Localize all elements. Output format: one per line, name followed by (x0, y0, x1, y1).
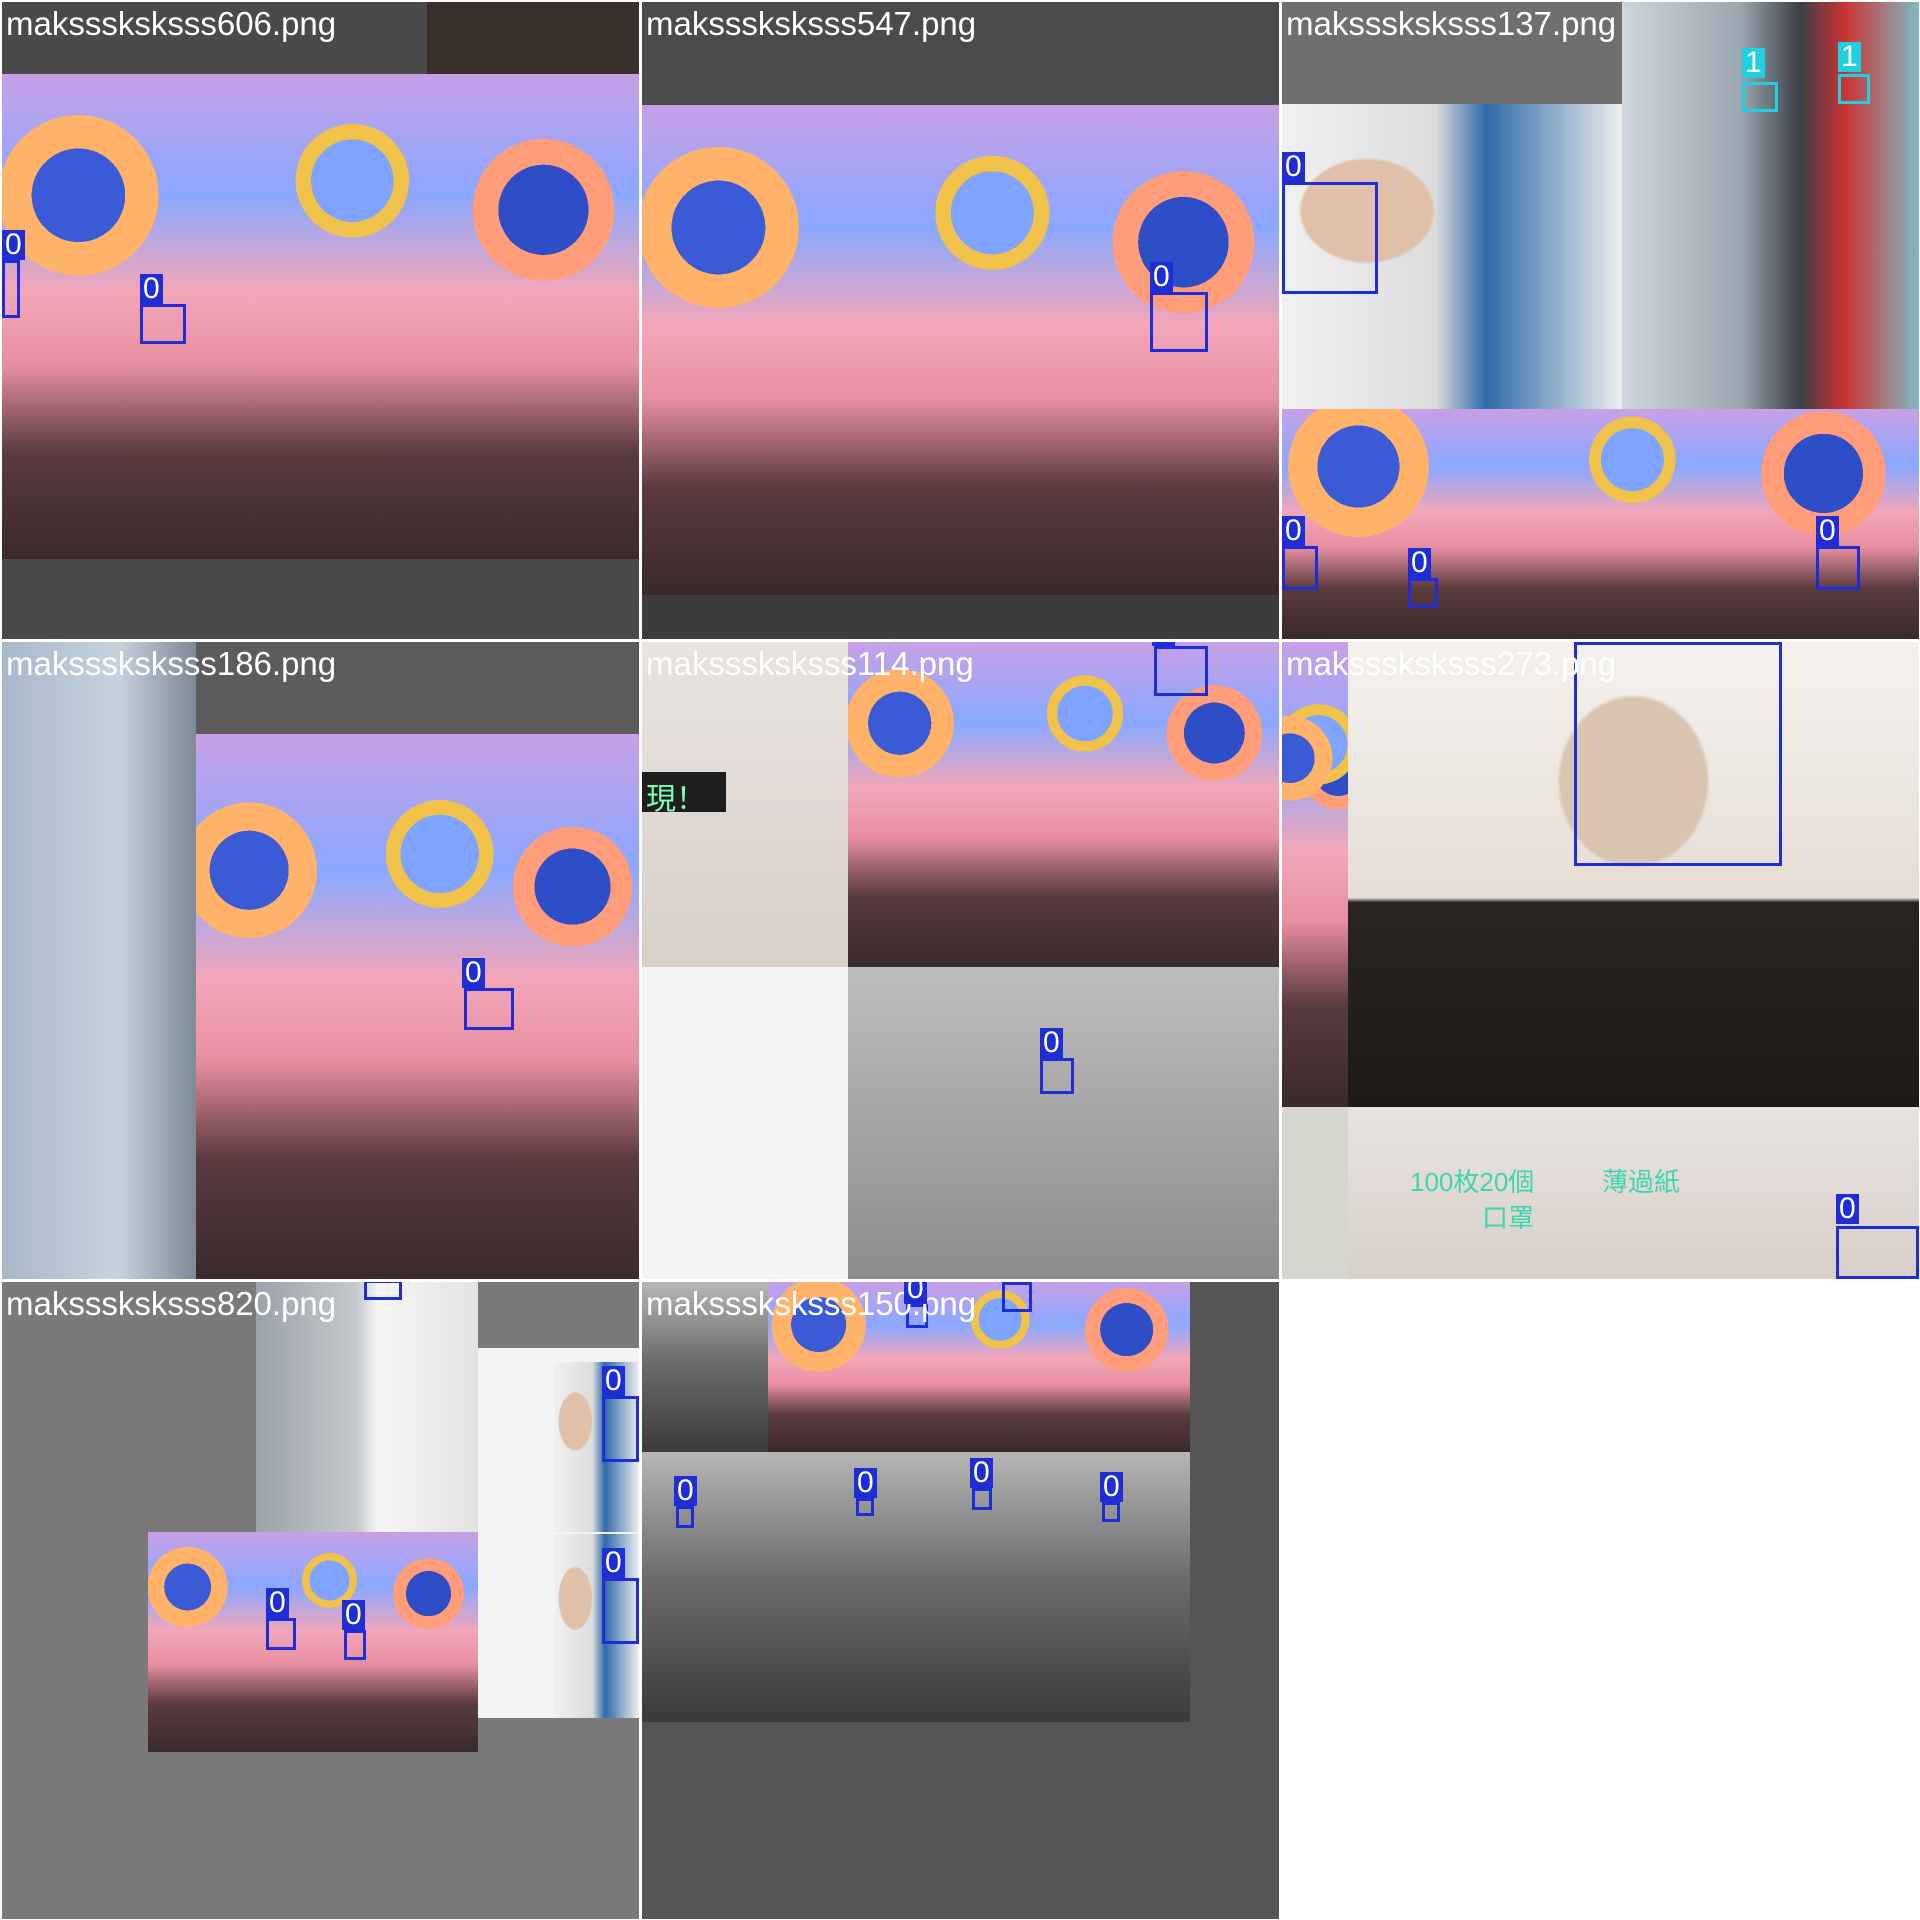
mosaic-tile-2: maksssksksss547.png 0 (642, 2, 1279, 639)
mosaic-tile-8: maksssksksss150.png 0 0 0 0 0 0 (642, 1282, 1279, 1919)
detection-label: 0 (854, 1468, 877, 1498)
tile-photo (848, 967, 1279, 1279)
detection-box (602, 1396, 639, 1462)
detection-label: 0 (1100, 1472, 1123, 1502)
tile-filename: maksssksksss273.png (1286, 645, 1617, 682)
detection-box (856, 1498, 874, 1516)
sign-text: 現！ (646, 783, 706, 816)
detection-box (676, 1506, 694, 1528)
caption-right: 薄過紙 (1602, 1167, 1681, 1197)
tile-photo (1282, 642, 1348, 1107)
tile-photo (2, 642, 196, 1279)
tile-photo (196, 734, 639, 1279)
tile-photo (148, 1532, 478, 1752)
tile-photo (1622, 2, 1919, 409)
detection-label: 0 (1040, 1028, 1063, 1058)
caption-low: 口罩 (1482, 1203, 1535, 1233)
detection-label: 0 (674, 1476, 697, 1506)
tile-filename: maksssksksss186.png (6, 645, 337, 682)
detection-label: 0 (1836, 1194, 1859, 1224)
detection-label: 0 (266, 1588, 289, 1618)
detection-box (1742, 82, 1778, 112)
detection-box (1102, 1502, 1120, 1522)
detection-label: 1 (1838, 42, 1861, 72)
detection-box (266, 1618, 296, 1650)
detection-label: 0 (970, 1458, 993, 1488)
detection-box (1408, 578, 1438, 608)
detection-box (364, 1282, 402, 1300)
detection-box (1838, 74, 1870, 104)
detection-box (1040, 1058, 1074, 1094)
detection-box (1836, 1226, 1919, 1279)
detection-box (1002, 1282, 1032, 1312)
tile-photo (848, 642, 1279, 967)
detection-label: 0 (1152, 642, 1175, 646)
detection-box (464, 988, 514, 1030)
tile-photo (642, 967, 848, 1279)
tile-filename: maksssksksss820.png (6, 1285, 337, 1322)
detection-label: 0 (1282, 516, 1305, 546)
tile-filename: maksssksksss606.png (6, 5, 337, 42)
detection-label: 0 (140, 274, 163, 304)
detection-box (1282, 182, 1378, 294)
tile-photo: 現！ (642, 772, 726, 816)
detection-label: 0 (602, 1548, 625, 1578)
detection-box (1154, 646, 1208, 696)
detection-label: 0 (1282, 152, 1305, 182)
detection-box (140, 304, 186, 344)
detection-box (1816, 546, 1860, 590)
detection-box (2, 260, 20, 318)
tile-photo (2, 74, 639, 559)
detection-box (1282, 546, 1318, 590)
tile-filename: maksssksksss137.png (1286, 5, 1617, 42)
detection-label: 0 (462, 958, 485, 988)
mosaic-tile-3: maksssksksss137.png 0 1 1 0 0 0 (1282, 2, 1919, 639)
detection-label: 1 (1742, 48, 1765, 78)
caption-mid: 100枚20個 (1410, 1167, 1535, 1197)
detection-label: 0 (904, 1282, 927, 1304)
mosaic-tile-7: maksssksksss820.png 0 0 0 0 0 (2, 1282, 639, 1919)
detection-label: 0 (342, 1600, 365, 1630)
tile-filename: maksssksksss547.png (646, 5, 977, 42)
mosaic-tile-5: 現！ maksssksksss114.png 0 0 (642, 642, 1279, 1279)
detection-label: 0 (1408, 548, 1431, 578)
detection-box (344, 1630, 366, 1660)
tile-filename: maksssksksss114.png (646, 645, 974, 682)
detection-label: 0 (1816, 516, 1839, 546)
detection-box (1150, 292, 1208, 352)
tile-photo (427, 2, 639, 74)
mosaic-tile-6: 100枚20個 薄過紙 口罩 maksssksksss273.png 0 0 (1282, 642, 1919, 1279)
detection-box (602, 1578, 639, 1644)
mosaic-tile-1: maksssksksss606.png 0 0 (2, 2, 639, 639)
mosaic-tile-4: maksssksksss186.png 0 (2, 642, 639, 1279)
detection-box (972, 1488, 992, 1510)
tile-photo (1282, 1107, 1348, 1279)
detection-label: 0 (2, 230, 25, 260)
detection-label: 0 (602, 1366, 625, 1396)
detection-label: 0 (1150, 262, 1173, 292)
